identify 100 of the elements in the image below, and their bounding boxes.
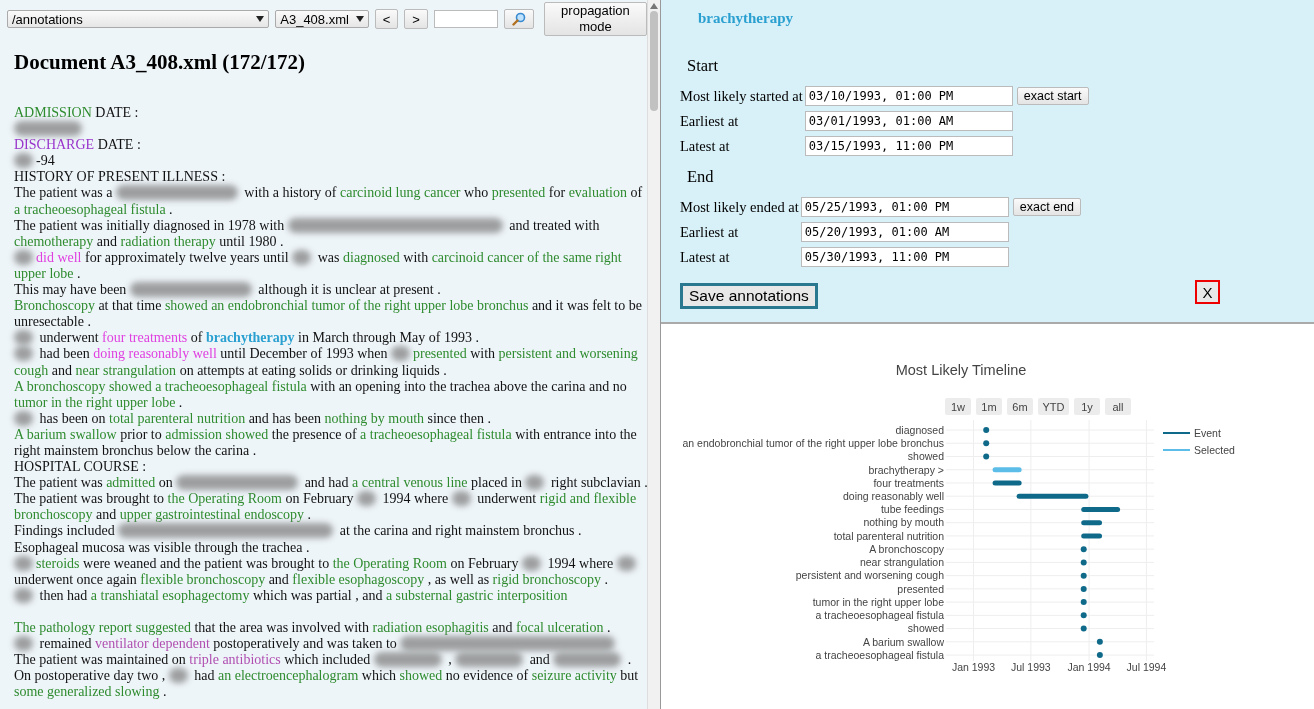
row-label: nothing by mouth [863, 516, 944, 529]
search-field[interactable] [433, 10, 498, 28]
document-line: The pathology report suggested that the area was involved with radiation esophagitis and focal ulceration . [14, 620, 612, 637]
annotation-title: brachytherapy [698, 10, 794, 28]
timeline-point[interactable] [1080, 612, 1087, 619]
redacted-blur [14, 555, 33, 571]
chart-title: Most Likely Timeline [895, 362, 1027, 378]
exact-button[interactable]: exact end [1012, 198, 1081, 216]
redacted-blur [14, 587, 33, 603]
document-line: underwent four treatments of brachytherapy in March through May of 1993 . [14, 330, 647, 347]
date-field[interactable]: 05/30/1993, 11:00 PM [800, 247, 1009, 267]
next-button[interactable]: > [404, 9, 428, 29]
timeline-bar[interactable] [1081, 520, 1103, 526]
range-button[interactable]: 1m [976, 398, 1002, 415]
timeline-point[interactable] [1080, 546, 1087, 553]
propagation-mode-button[interactable]: propagation mode [543, 2, 647, 36]
timeline-point[interactable] [1080, 585, 1087, 592]
close-button[interactable]: X [1195, 280, 1220, 304]
document-line: then had a transhiatal esophagectomy which was partial , and a substernal gastric interposition [14, 587, 647, 604]
redacted-blur [14, 636, 33, 652]
document-line: had been doing reasonably well until December of 1993 when presented with persistent and worsening cough and near strangulation on attempts at eating solids or drinking liquids . [14, 346, 639, 379]
redacted-blur [356, 491, 376, 507]
redacted-blur [168, 668, 188, 684]
row-label: persistent and worsening cough [795, 569, 944, 582]
scrollbar[interactable] [647, 0, 660, 709]
timeline-point[interactable] [1096, 652, 1103, 659]
redacted-blur [451, 491, 471, 507]
document-title: Document A3_408.xml (172/172) [14, 50, 307, 76]
row-label: tumor in the right upper lobe [812, 595, 944, 608]
save-button[interactable]: Save annotations [680, 283, 818, 309]
date-field[interactable]: 05/25/1993, 01:00 PM [800, 197, 1009, 217]
document-line: DISCHARGE DATE : [14, 137, 142, 154]
search-button[interactable] [503, 9, 534, 29]
timeline-bar[interactable] [1081, 506, 1121, 512]
redacted-blur [292, 249, 312, 265]
timeline-point[interactable] [983, 427, 990, 433]
range-button[interactable]: 1y [1074, 398, 1100, 415]
row-label: four treatments [873, 476, 944, 489]
timeline-point[interactable] [983, 453, 990, 460]
redacted-blur [14, 410, 33, 426]
document-line: On postoperative day two , had an electroencephalogram which showed no evidence of seizure activity but some generalized slowing . [14, 668, 640, 701]
field-label: Most likely ended at [680, 198, 799, 215]
redacted-blur [391, 346, 410, 362]
document-line: -94 [14, 153, 647, 170]
caret-icon [256, 16, 265, 22]
date-field[interactable]: 03/10/1993, 01:00 PM [804, 86, 1013, 106]
document-line: HOSPITAL COURSE : [14, 459, 148, 476]
range-button[interactable]: 1w [945, 398, 971, 415]
timeline-point[interactable] [1080, 572, 1087, 579]
timeline-point[interactable] [1096, 638, 1103, 645]
field-label: Most likely started at [680, 87, 803, 104]
legend-label[interactable]: Event [1194, 427, 1221, 439]
timeline-bar[interactable] [1016, 493, 1089, 499]
row-label: diagnosed [895, 423, 944, 436]
document-line: A barium swallow prior to admission showed the presence of a tracheoesophageal fistula with entrance into the right mainstem bronchus below the carina . [14, 426, 638, 460]
date-field[interactable]: 05/20/1993, 01:00 AM [800, 222, 1009, 242]
redacted-blur [616, 555, 636, 571]
row-label: an endobronchial tumor of the right upper lobe bronchus [682, 437, 944, 450]
document-line: The patient was maintained on triple antibiotics which included , and . [14, 652, 633, 669]
range-button[interactable]: all [1105, 398, 1131, 415]
folder-dropdown[interactable]: /annotations [7, 10, 270, 28]
date-field[interactable]: 03/15/1993, 11:00 PM [804, 136, 1013, 156]
file-dropdown[interactable]: A3_408.xml [275, 10, 369, 28]
range-button[interactable]: YTD [1038, 398, 1069, 415]
row-label: a tracheoesophageal fistula [815, 648, 944, 661]
scroll-thumb[interactable] [650, 11, 658, 111]
document-line: The patient was initially diagnosed in 1978 with and treated with chemotherapy and radiation therapy until 1980 . [14, 217, 601, 250]
document-line: The patient was admitted on and had a central venous line placed in right subclavian . [14, 475, 647, 492]
document-line: remained ventilator dependent postoperatively and was taken to [14, 636, 647, 653]
legend-label[interactable]: Selected [1194, 444, 1235, 456]
timeline-point[interactable] [1080, 625, 1087, 632]
document-line: has been on total parenteral nutrition and has been nothing by mouth since then . [14, 410, 647, 427]
document-line: The patient was brought to the Operating Room on February 1994 where underwent rigid and flexible bronchoscopy and upper gastrointestinal endoscopy . [14, 491, 638, 524]
redacted-blur [14, 121, 82, 137]
document-line: ADMISSION DATE : [14, 105, 140, 122]
document-line: Esophageal mucosa was visible through the trachea . [14, 539, 311, 556]
row-label: showed [907, 450, 944, 463]
timeline-bar[interactable] [992, 480, 1022, 486]
exact-button[interactable]: exact start [1016, 87, 1089, 105]
axis-label: Jul 1993 [1011, 661, 1051, 674]
timeline-bar[interactable] [1081, 533, 1103, 539]
row-label: A bronchoscopy [869, 542, 944, 555]
field-label: Latest at [680, 248, 730, 265]
timeline-point[interactable] [1080, 599, 1087, 606]
field-label: Latest at [680, 137, 730, 154]
timeline-point[interactable] [983, 440, 990, 447]
section-heading: End [687, 167, 715, 187]
document-line: This may have been although it is unclear at present . [14, 282, 442, 299]
redacted-blur [14, 346, 33, 362]
timeline-point[interactable] [1080, 559, 1087, 566]
document-line: The patient was a with a history of carcinoid lung cancer who presented for evaluation of a tracheoesophageal fistula . [14, 185, 644, 218]
axis-label: Jan 1993 [951, 661, 996, 674]
date-field[interactable]: 03/01/1993, 01:00 AM [804, 111, 1013, 131]
row-label: near strangulation [859, 556, 944, 569]
redacted-blur [525, 475, 545, 491]
range-button[interactable]: 6m [1007, 398, 1033, 415]
row-label: total parenteral nutrition [833, 529, 944, 542]
field-label: Earliest at [680, 112, 739, 129]
previous-button[interactable]: < [374, 9, 399, 29]
row-label: showed [907, 622, 944, 635]
